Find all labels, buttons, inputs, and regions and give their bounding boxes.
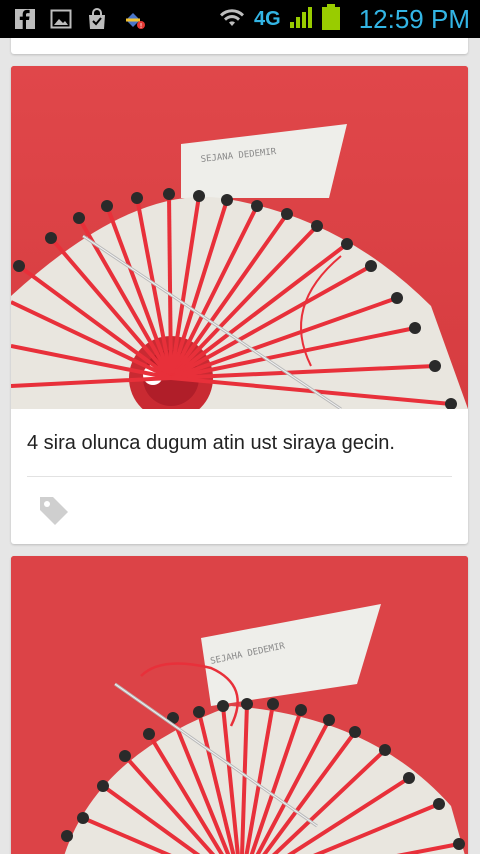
wifi-icon bbox=[218, 6, 246, 33]
network-type-label: 4G bbox=[254, 7, 281, 30]
feed[interactable]: SEJANA DEDEMIR 4 sira olunca dugum atin … bbox=[0, 38, 480, 854]
lace-work-photo: SEJANA DEDEMIR bbox=[11, 66, 468, 409]
pin-card[interactable]: SEJAHA DEDEMIR bbox=[11, 556, 468, 854]
facebook-icon bbox=[14, 8, 36, 30]
battery-icon bbox=[321, 3, 341, 36]
paint-bucket-icon: ! bbox=[122, 8, 145, 30]
status-clock: 12:59 PM bbox=[358, 3, 470, 34]
card-divider bbox=[27, 476, 452, 477]
lace-work-photo: SEJAHA DEDEMIR bbox=[11, 556, 468, 854]
signal-icon bbox=[289, 5, 313, 34]
card-caption: 4 sira olunca dugum atin ust siraya geci… bbox=[27, 432, 395, 454]
previous-card[interactable] bbox=[11, 38, 468, 54]
card-photo[interactable]: SEJAHA DEDEMIR bbox=[11, 556, 468, 854]
pin-card[interactable]: SEJANA DEDEMIR 4 sira olunca dugum atin … bbox=[11, 66, 468, 544]
gallery-icon bbox=[50, 8, 72, 30]
card-photo[interactable]: SEJANA DEDEMIR bbox=[11, 66, 468, 409]
tag-button[interactable] bbox=[37, 494, 71, 528]
notification-icons: ! bbox=[14, 8, 145, 30]
tag-icon bbox=[40, 497, 68, 525]
svg-text:!: ! bbox=[140, 22, 143, 30]
system-icons: 4G 12:59 PM bbox=[218, 3, 470, 36]
shopping-bag-icon bbox=[86, 8, 108, 30]
status-bar: ! 4G 12:59 PM bbox=[0, 0, 480, 38]
